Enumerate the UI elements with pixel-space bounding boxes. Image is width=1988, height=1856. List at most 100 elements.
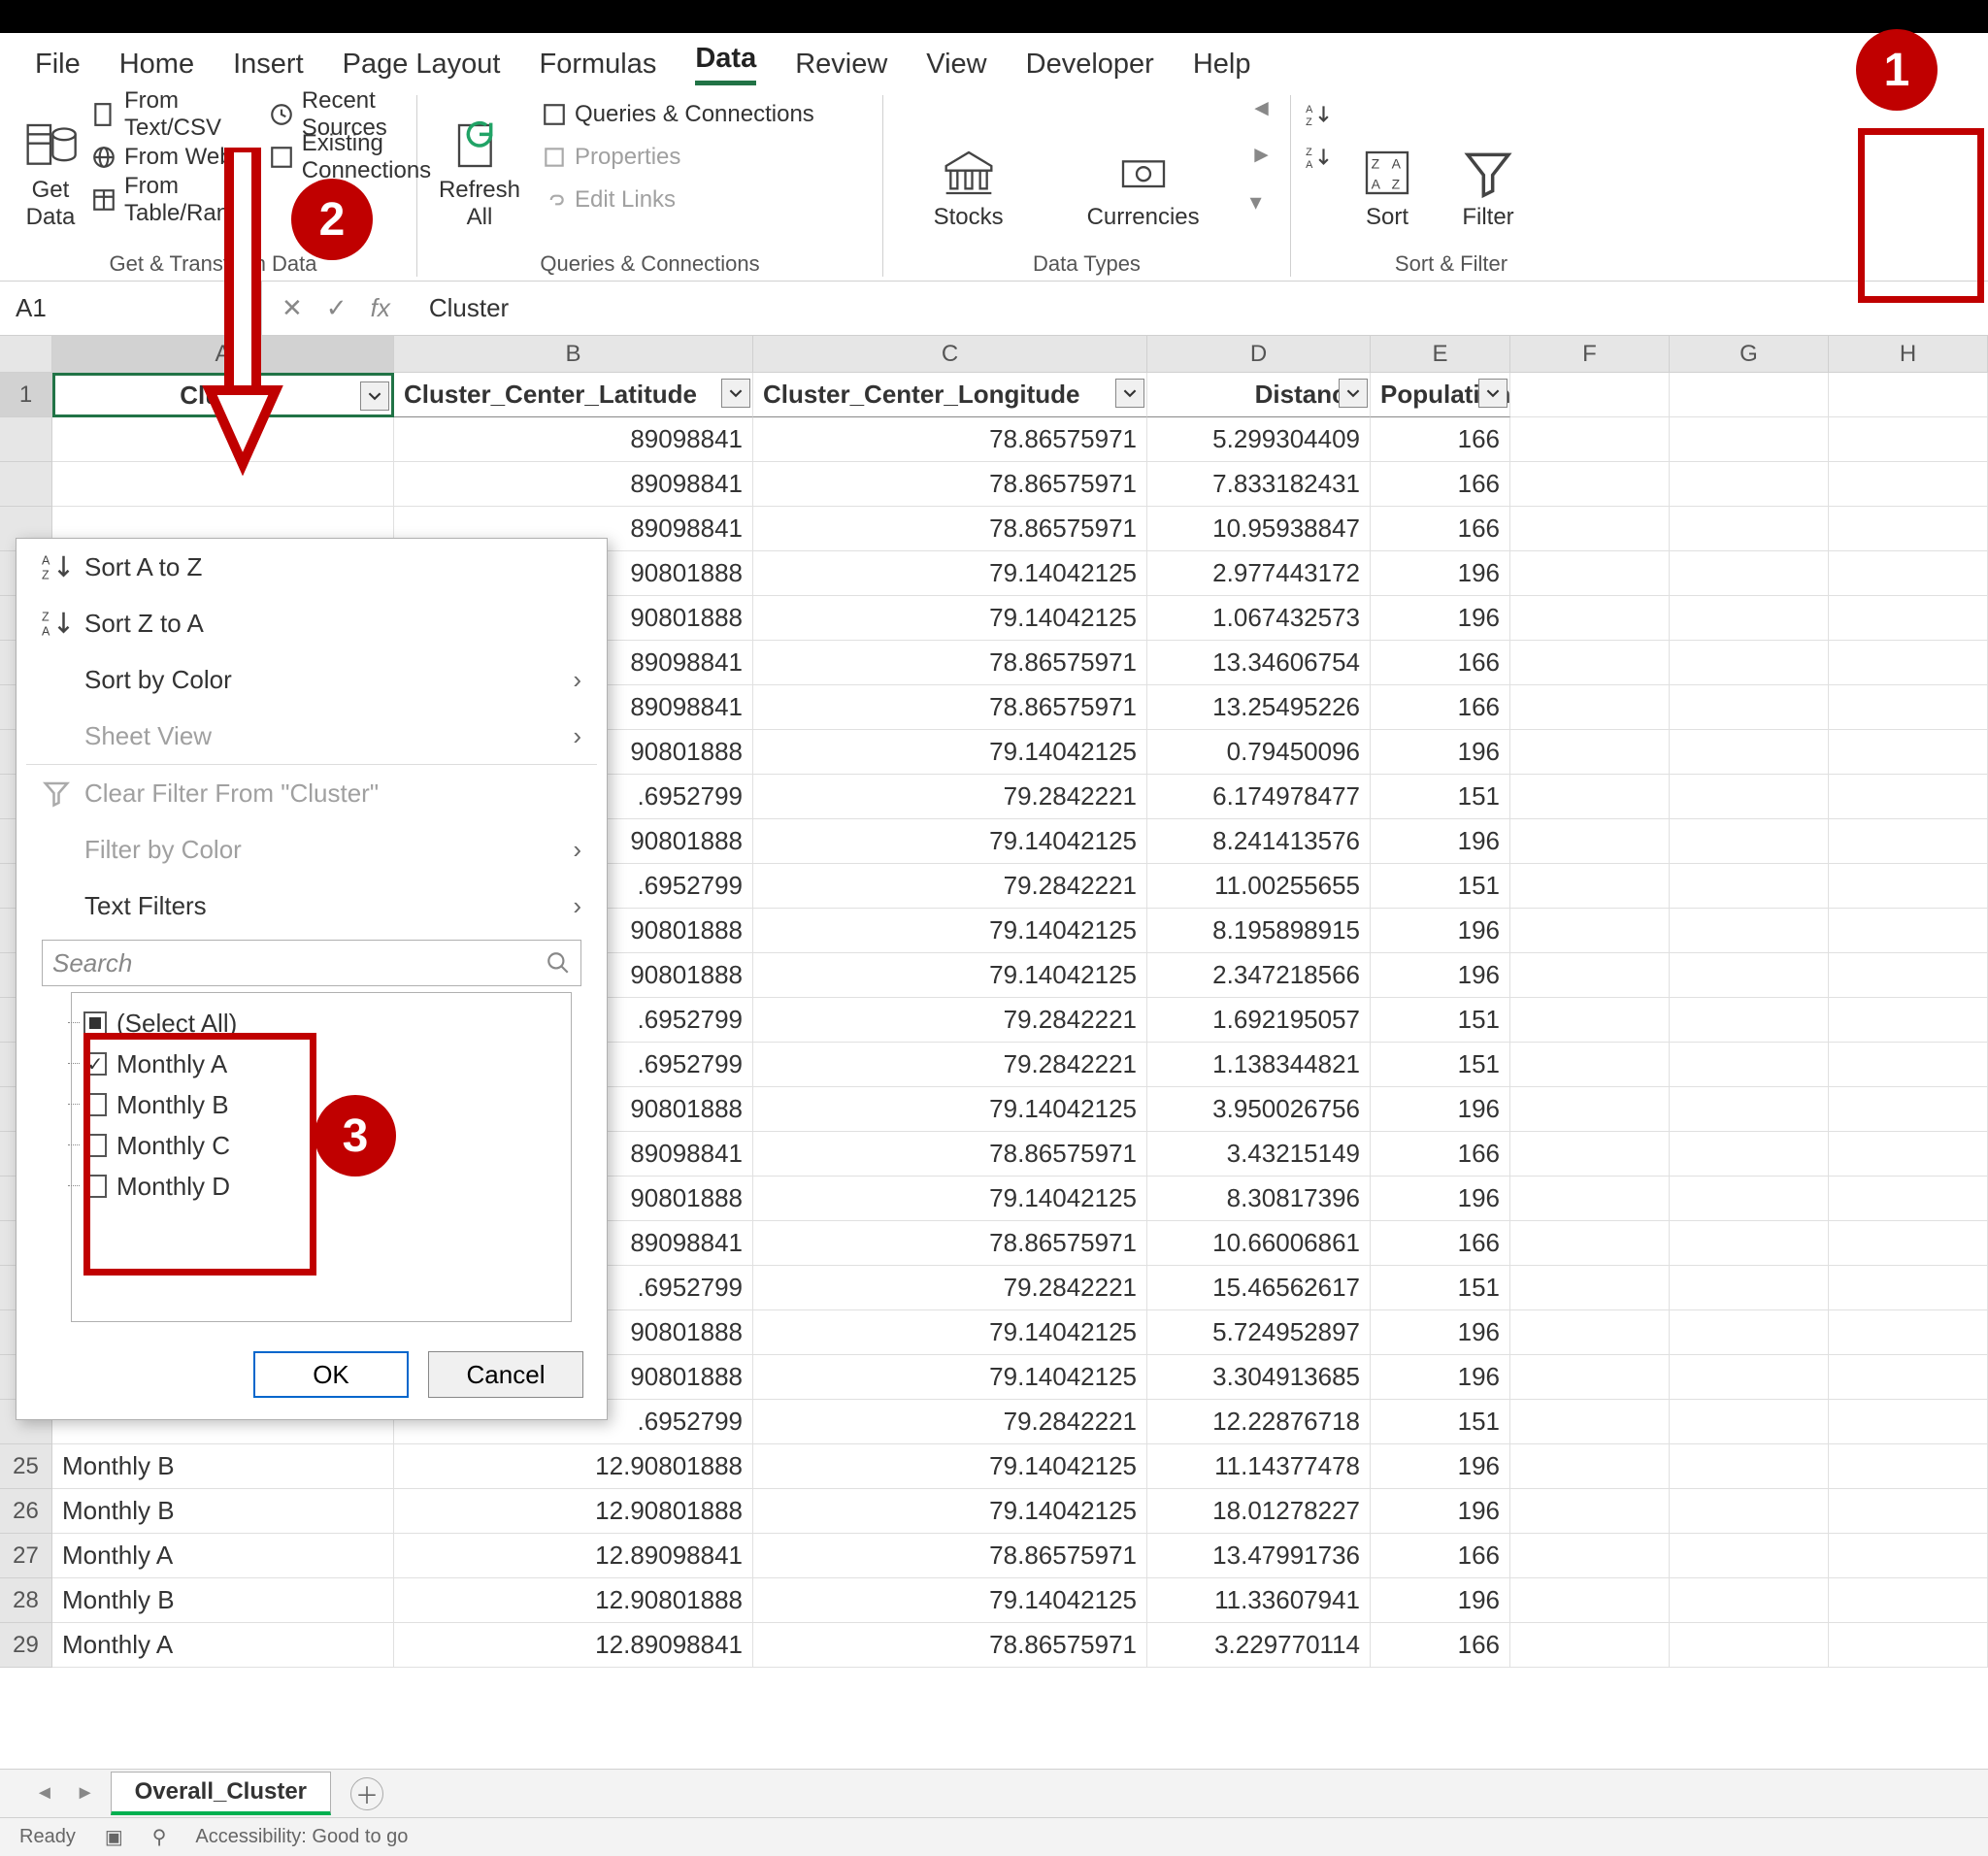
header-lat[interactable]: Cluster_Center_Latitude [394, 373, 753, 417]
cell[interactable]: 2.347218566 [1147, 953, 1371, 998]
cell[interactable]: 7.833182431 [1147, 462, 1371, 507]
row-header[interactable]: 27 [0, 1534, 52, 1578]
cell[interactable]: 3.950026756 [1147, 1087, 1371, 1132]
sheet-tab-overall-cluster[interactable]: Overall_Cluster [111, 1772, 331, 1815]
cell[interactable]: 79.14042125 [753, 730, 1147, 775]
cell[interactable]: 79.2842221 [753, 1266, 1147, 1310]
cell[interactable]: Monthly B [52, 1489, 394, 1534]
col-header-F[interactable]: F [1510, 336, 1670, 373]
cell[interactable]: 10.95938847 [1147, 507, 1371, 551]
cell[interactable]: 3.304913685 [1147, 1355, 1371, 1400]
cell[interactable]: 5.724952897 [1147, 1310, 1371, 1355]
row-header[interactable]: 29 [0, 1623, 52, 1668]
cell[interactable]: 196 [1371, 953, 1510, 998]
cell[interactable]: 79.14042125 [753, 1310, 1147, 1355]
cell[interactable]: 8.241413576 [1147, 819, 1371, 864]
tab-review[interactable]: Review [795, 49, 887, 81]
filter-option[interactable]: (Select All) [83, 1003, 559, 1044]
sort-button[interactable]: ZAAZ Sort [1343, 95, 1431, 231]
cell[interactable]: 166 [1371, 1534, 1510, 1578]
checkbox[interactable] [83, 1134, 107, 1157]
cell[interactable]: 151 [1371, 998, 1510, 1043]
cell[interactable]: 79.14042125 [753, 819, 1147, 864]
refresh-all-button[interactable]: Refresh All [431, 95, 528, 231]
sort-a-to-z[interactable]: AZSort A to Z [17, 539, 607, 595]
cell[interactable]: 15.46562617 [1147, 1266, 1371, 1310]
cell[interactable]: 196 [1371, 1310, 1510, 1355]
cell[interactable]: 196 [1371, 1355, 1510, 1400]
filter-dropdown-population[interactable] [1478, 379, 1508, 408]
cell[interactable]: 1.138344821 [1147, 1043, 1371, 1087]
cell[interactable]: 196 [1371, 730, 1510, 775]
cell[interactable]: 11.14377478 [1147, 1444, 1371, 1489]
cell[interactable]: 79.2842221 [753, 998, 1147, 1043]
checkbox[interactable] [83, 1175, 107, 1198]
tab-page-layout[interactable]: Page Layout [343, 49, 501, 81]
filter-dropdown-cluster[interactable] [360, 381, 389, 411]
col-header-E[interactable]: E [1371, 336, 1510, 373]
row-header[interactable] [0, 417, 52, 462]
row-header[interactable]: 1 [0, 373, 52, 417]
cell[interactable]: 166 [1371, 507, 1510, 551]
cell[interactable]: 79.14042125 [753, 596, 1147, 641]
cell[interactable]: 12.90801888 [394, 1489, 753, 1534]
row-header[interactable] [0, 462, 52, 507]
col-header-D[interactable]: D [1147, 336, 1371, 373]
cell[interactable]: 13.34606754 [1147, 641, 1371, 685]
cell[interactable]: 79.2842221 [753, 864, 1147, 909]
cell[interactable]: Monthly B [52, 1444, 394, 1489]
header-distance[interactable]: Distance [1147, 373, 1371, 417]
filter-option[interactable]: Monthly A [83, 1044, 559, 1084]
row-header[interactable]: 26 [0, 1489, 52, 1534]
cell[interactable]: 10.66006861 [1147, 1221, 1371, 1266]
cell[interactable]: Monthly A [52, 1534, 394, 1578]
cell[interactable]: 79.14042125 [753, 551, 1147, 596]
row-header[interactable]: 28 [0, 1578, 52, 1623]
cell[interactable]: 166 [1371, 1132, 1510, 1177]
sort-az-small[interactable]: AZ [1305, 95, 1330, 134]
cell[interactable]: 5.299304409 [1147, 417, 1371, 462]
cell[interactable]: 78.86575971 [753, 462, 1147, 507]
cell[interactable]: 79.14042125 [753, 1355, 1147, 1400]
chevron-left-icon[interactable]: ◄ [1250, 95, 1274, 122]
col-header-B[interactable]: B [394, 336, 753, 373]
cell[interactable]: 196 [1371, 1444, 1510, 1489]
add-sheet-button[interactable]: ＋ [350, 1777, 383, 1810]
sort-z-to-a[interactable]: ZASort Z to A [17, 595, 607, 651]
tab-formulas[interactable]: Formulas [539, 49, 656, 81]
cell[interactable]: 3.43215149 [1147, 1132, 1371, 1177]
cell[interactable]: 0.79450096 [1147, 730, 1371, 775]
filter-dropdown-lat[interactable] [721, 379, 750, 408]
cell[interactable]: 79.14042125 [753, 1578, 1147, 1623]
cell[interactable]: 196 [1371, 909, 1510, 953]
row-header[interactable]: 25 [0, 1444, 52, 1489]
cell[interactable]: 12.22876718 [1147, 1400, 1371, 1444]
cell[interactable]: 1.067432573 [1147, 596, 1371, 641]
tab-insert[interactable]: Insert [233, 49, 304, 81]
cell[interactable]: Monthly B [52, 1578, 394, 1623]
checkbox[interactable] [83, 1093, 107, 1116]
col-header-C[interactable]: C [753, 336, 1147, 373]
cell[interactable]: 13.25495226 [1147, 685, 1371, 730]
cell[interactable]: 78.86575971 [753, 1534, 1147, 1578]
checkbox[interactable] [83, 1052, 107, 1076]
chevron-right-icon[interactable]: ► [1250, 142, 1274, 169]
tab-view[interactable]: View [926, 49, 986, 81]
cell[interactable]: 11.33607941 [1147, 1578, 1371, 1623]
cell[interactable]: 79.14042125 [753, 953, 1147, 998]
tab-file[interactable]: File [35, 49, 81, 81]
cell[interactable]: 78.86575971 [753, 641, 1147, 685]
cell[interactable]: Monthly A [52, 1623, 394, 1668]
fx-icon[interactable]: fx [371, 293, 390, 323]
cell[interactable]: 8.30817396 [1147, 1177, 1371, 1221]
cancel-button[interactable]: Cancel [428, 1351, 583, 1398]
cell[interactable]: 6.174978477 [1147, 775, 1371, 819]
cell[interactable]: 79.14042125 [753, 1444, 1147, 1489]
cell[interactable]: 196 [1371, 551, 1510, 596]
cell[interactable]: 166 [1371, 1623, 1510, 1668]
stocks-button[interactable]: Stocks [901, 95, 1037, 231]
cell[interactable]: 196 [1371, 1578, 1510, 1623]
cell[interactable]: 196 [1371, 1087, 1510, 1132]
cell[interactable]: 79.2842221 [753, 1043, 1147, 1087]
sheet-nav-prev[interactable]: ◄ [29, 1782, 60, 1805]
